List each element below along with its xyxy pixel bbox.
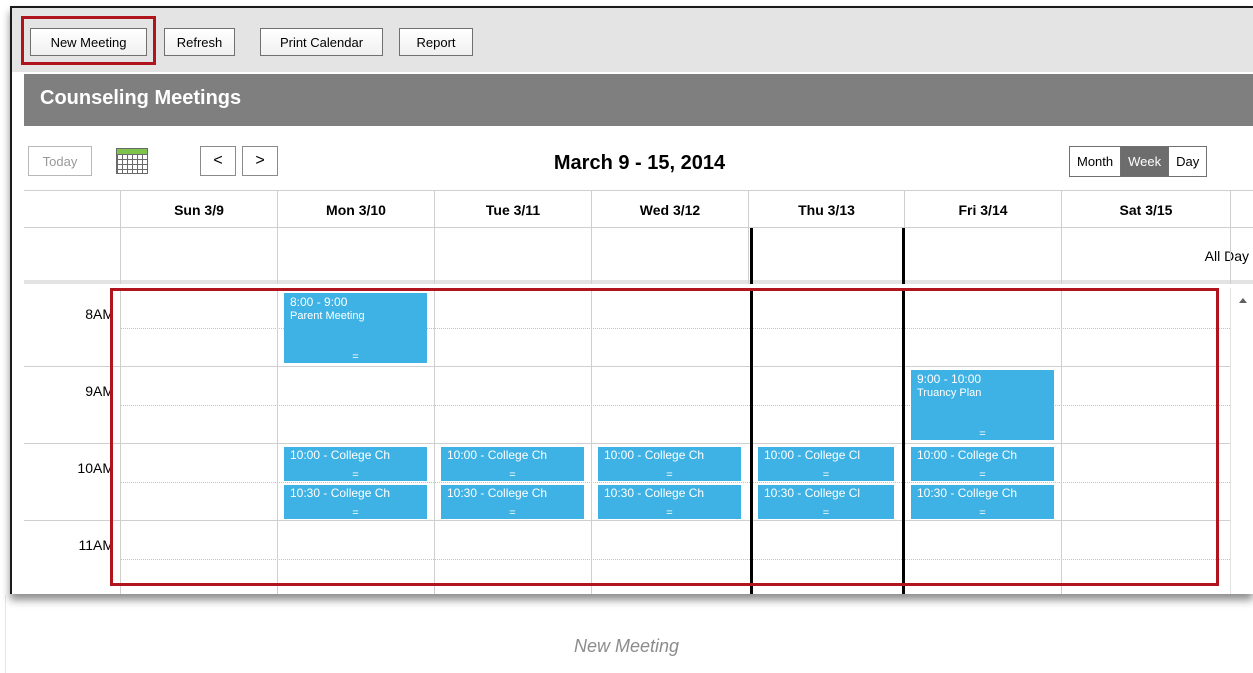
half-hour-line [120,405,1230,406]
day-view-button[interactable]: Day [1169,147,1207,176]
all-day-cell[interactable] [277,228,434,284]
event-time: 10:30 - College Ch [290,486,391,500]
event-resize-grip[interactable]: = [911,508,1054,519]
event-college-check[interactable]: 10:00 - College Ch = [598,447,741,481]
month-view-button[interactable]: Month [1070,147,1122,176]
event-resize-grip[interactable]: = [758,508,894,519]
half-hour-line [120,482,1230,483]
all-day-cell[interactable] [748,228,904,284]
event-college-check[interactable]: 10:00 - College Ch = [284,447,427,481]
event-college-check[interactable]: 10:00 - College Ch = [441,447,584,481]
page-title: Counseling Meetings [40,87,242,109]
day-header-sun: Sun 3/9 [120,191,277,228]
page-border-line [5,595,6,673]
time-grid[interactable]: 8AM 9AM 10AM 11AM 8:00 - 9:00 Parent Mee… [24,288,1253,594]
all-day-row: All Day [24,228,1253,284]
event-parent-meeting[interactable]: 8:00 - 9:00 Parent Meeting = [284,293,427,363]
day-header-row: Sun 3/9 Mon 3/10 Tue 3/11 Wed 3/12 Thu 3… [24,190,1253,228]
column-line [120,288,121,594]
event-resize-grip[interactable]: = [284,352,427,363]
event-time: 10:30 - College Ch [917,486,1018,500]
thursday-marker-line [750,228,753,284]
toolbar: New Meeting Refresh Print Calendar Repor… [12,8,1253,72]
event-resize-grip[interactable]: = [284,508,427,519]
section-header: Counseling Meetings [24,74,1253,126]
event-resize-grip[interactable]: = [758,470,894,481]
event-truancy-plan[interactable]: 9:00 - 10:00 Truancy Plan = [911,370,1054,440]
new-meeting-highlight [21,16,156,65]
calendar-nav: Today < > March 9 - 15, 2014 Month Week … [24,128,1253,190]
all-day-cell[interactable] [1061,228,1230,284]
day-header-sat: Sat 3/15 [1061,191,1230,228]
event-time: 9:00 - 10:00 [917,372,982,386]
event-college-check[interactable]: 10:30 - College Cl = [758,485,894,519]
event-time: 10:30 - College Ch [604,486,705,500]
column-line [591,288,592,594]
event-time: 10:30 - College Cl [764,486,861,500]
event-resize-grip[interactable]: = [598,508,741,519]
event-title: Truancy Plan [917,387,982,399]
event-time: 8:00 - 9:00 [290,295,348,309]
thursday-marker-line [750,288,753,594]
week-grid: Sun 3/9 Mon 3/10 Tue 3/11 Wed 3/12 Thu 3… [24,190,1253,594]
event-resize-grip[interactable]: = [441,470,584,481]
event-college-check[interactable]: 10:30 - College Ch = [441,485,584,519]
day-header-fri: Fri 3/14 [904,191,1061,228]
vertical-scrollbar[interactable] [1230,288,1253,594]
all-day-cell[interactable] [904,228,1061,284]
event-time: 10:00 - College Ch [917,448,1018,462]
event-resize-grip[interactable]: = [598,470,741,481]
event-title: Parent Meeting [290,310,365,322]
event-resize-grip[interactable]: = [911,470,1054,481]
event-college-check[interactable]: 10:30 - College Ch = [284,485,427,519]
refresh-button[interactable]: Refresh [164,28,235,56]
day-header-mon: Mon 3/10 [277,191,434,228]
event-college-check[interactable]: 10:30 - College Ch = [911,485,1054,519]
print-calendar-button[interactable]: Print Calendar [260,28,383,56]
day-header-tue: Tue 3/11 [434,191,591,228]
header-scroll-spacer [1230,191,1253,228]
column-line [277,288,278,594]
column-line [1061,288,1062,594]
hour-line [24,443,1230,444]
calendar-window: New Meeting Refresh Print Calendar Repor… [10,6,1253,594]
hour-label: 8AM [85,306,114,322]
event-college-check[interactable]: 10:30 - College Ch = [598,485,741,519]
column-line [434,288,435,594]
day-header-wed: Wed 3/12 [591,191,748,228]
view-switcher: Month Week Day [1069,146,1208,177]
hour-label: 10AM [77,460,114,476]
event-resize-grip[interactable]: = [441,508,584,519]
event-time: 10:00 - College Ch [290,448,391,462]
day-header-thu: Thu 3/13 [748,191,904,228]
event-college-check[interactable]: 10:00 - College Cl = [758,447,894,481]
all-day-cell[interactable] [120,228,277,284]
week-view-button[interactable]: Week [1121,147,1170,176]
event-time: 10:00 - College Cl [764,448,861,462]
half-hour-line [120,559,1230,560]
event-college-check[interactable]: 10:00 - College Ch = [911,447,1054,481]
all-day-cell[interactable] [591,228,748,284]
hour-line [24,520,1230,521]
thursday-marker-line [902,228,905,284]
event-time: 10:00 - College Ch [604,448,705,462]
all-day-cell[interactable] [434,228,591,284]
all-day-scroll-spacer [1230,228,1253,284]
hour-label: 9AM [85,383,114,399]
event-time: 10:30 - College Ch [447,486,548,500]
event-resize-grip[interactable]: = [284,470,427,481]
thursday-marker-line [902,288,905,594]
event-resize-grip[interactable]: = [911,429,1054,440]
hour-line [24,366,1230,367]
hour-label: 11AM [78,537,114,553]
image-caption: New Meeting [573,636,680,656]
event-time: 10:00 - College Ch [447,448,548,462]
scroll-up-icon[interactable] [1239,298,1247,303]
report-button[interactable]: Report [399,28,473,56]
